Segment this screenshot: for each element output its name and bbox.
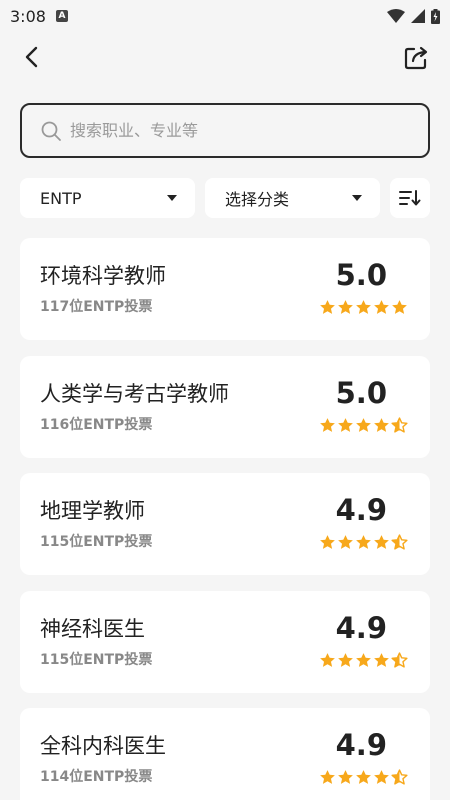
wifi-icon bbox=[387, 9, 405, 23]
star-rating bbox=[319, 416, 408, 434]
vote-count: 117位ENTP投票 bbox=[40, 299, 153, 315]
vote-count: 114位ENTP投票 bbox=[40, 769, 153, 785]
star-icon bbox=[338, 652, 353, 667]
top-bar bbox=[0, 32, 450, 86]
caret-down-icon bbox=[167, 195, 177, 201]
star-icon bbox=[356, 535, 371, 549]
search-input[interactable] bbox=[70, 121, 390, 140]
career-title: 全科内科医生 bbox=[40, 734, 166, 758]
star-icon bbox=[338, 770, 353, 784]
search-box[interactable] bbox=[20, 103, 430, 158]
star-icon bbox=[338, 417, 353, 432]
status-time: 3:08 bbox=[10, 6, 46, 26]
signal-icon bbox=[411, 9, 425, 23]
star-icon bbox=[320, 535, 335, 549]
star-icon bbox=[338, 300, 353, 314]
star-icon bbox=[374, 770, 389, 784]
star-icon bbox=[392, 300, 407, 314]
star-icon bbox=[374, 535, 389, 549]
star-icon bbox=[356, 417, 371, 432]
status-icons bbox=[387, 8, 440, 24]
vote-count: 115位ENTP投票 bbox=[40, 651, 153, 668]
star-icon bbox=[374, 417, 389, 432]
career-card[interactable]: 地理学教师 115位ENTP投票 4.9 bbox=[20, 473, 430, 575]
score: 5.0 bbox=[335, 375, 387, 410]
battery-icon bbox=[431, 8, 440, 24]
star-icon bbox=[356, 770, 371, 784]
filter-bar: ENTP 选择分类 bbox=[20, 178, 430, 218]
star-rating bbox=[319, 651, 408, 669]
back-arrow-icon bbox=[25, 46, 38, 68]
share-icon bbox=[404, 46, 428, 70]
notification-a-icon: A bbox=[55, 10, 68, 22]
star-half-icon bbox=[391, 534, 408, 550]
star-rating bbox=[319, 534, 408, 551]
star-icon bbox=[356, 652, 371, 667]
career-card[interactable]: 人类学与考古学教师 116位ENTP投票 5.0 bbox=[20, 355, 430, 458]
score: 5.0 bbox=[335, 258, 387, 292]
status-bar: 3:08 A bbox=[0, 0, 450, 32]
star-icon bbox=[374, 652, 389, 667]
career-card[interactable]: 神经科医生 115位ENTP投票 4.9 bbox=[20, 590, 430, 693]
star-icon bbox=[356, 300, 371, 314]
vote-count: 116位ENTP投票 bbox=[40, 416, 153, 433]
score: 4.9 bbox=[335, 610, 387, 645]
star-rating bbox=[319, 769, 408, 786]
type-dropdown[interactable]: ENTP bbox=[20, 178, 195, 218]
star-icon bbox=[320, 417, 335, 432]
star-icon bbox=[338, 535, 353, 549]
career-card[interactable]: 环境科学教师 117位ENTP投票 5.0 bbox=[20, 238, 430, 340]
star-icon bbox=[374, 300, 389, 314]
score: 4.9 bbox=[335, 728, 387, 762]
star-rating bbox=[319, 299, 408, 316]
career-list: 环境科学教师 117位ENTP投票 5.0 人类学与考古学教师 116位ENTP… bbox=[20, 238, 430, 800]
career-title: 地理学教师 bbox=[40, 499, 145, 523]
career-title: 神经科医生 bbox=[40, 616, 145, 641]
back-button[interactable] bbox=[18, 44, 44, 70]
sort-button[interactable] bbox=[390, 178, 430, 218]
sort-icon bbox=[399, 190, 421, 206]
star-icon bbox=[320, 652, 335, 667]
star-icon bbox=[320, 770, 335, 784]
career-title: 环境科学教师 bbox=[40, 264, 166, 288]
category-dropdown[interactable]: 选择分类 bbox=[205, 178, 380, 218]
share-button[interactable] bbox=[402, 44, 430, 72]
star-half-icon bbox=[391, 769, 408, 785]
career-title: 人类学与考古学教师 bbox=[40, 381, 229, 406]
caret-down-icon bbox=[352, 195, 362, 201]
score: 4.9 bbox=[335, 493, 387, 527]
type-dropdown-value: ENTP bbox=[40, 188, 82, 208]
star-icon bbox=[320, 300, 335, 314]
category-dropdown-value: 选择分类 bbox=[225, 190, 290, 209]
career-card[interactable]: 全科内科医生 114位ENTP投票 4.9 bbox=[20, 708, 430, 800]
star-half-icon bbox=[391, 651, 408, 668]
search-icon bbox=[41, 121, 61, 141]
vote-count: 115位ENTP投票 bbox=[40, 534, 153, 550]
star-half-icon bbox=[391, 416, 408, 433]
